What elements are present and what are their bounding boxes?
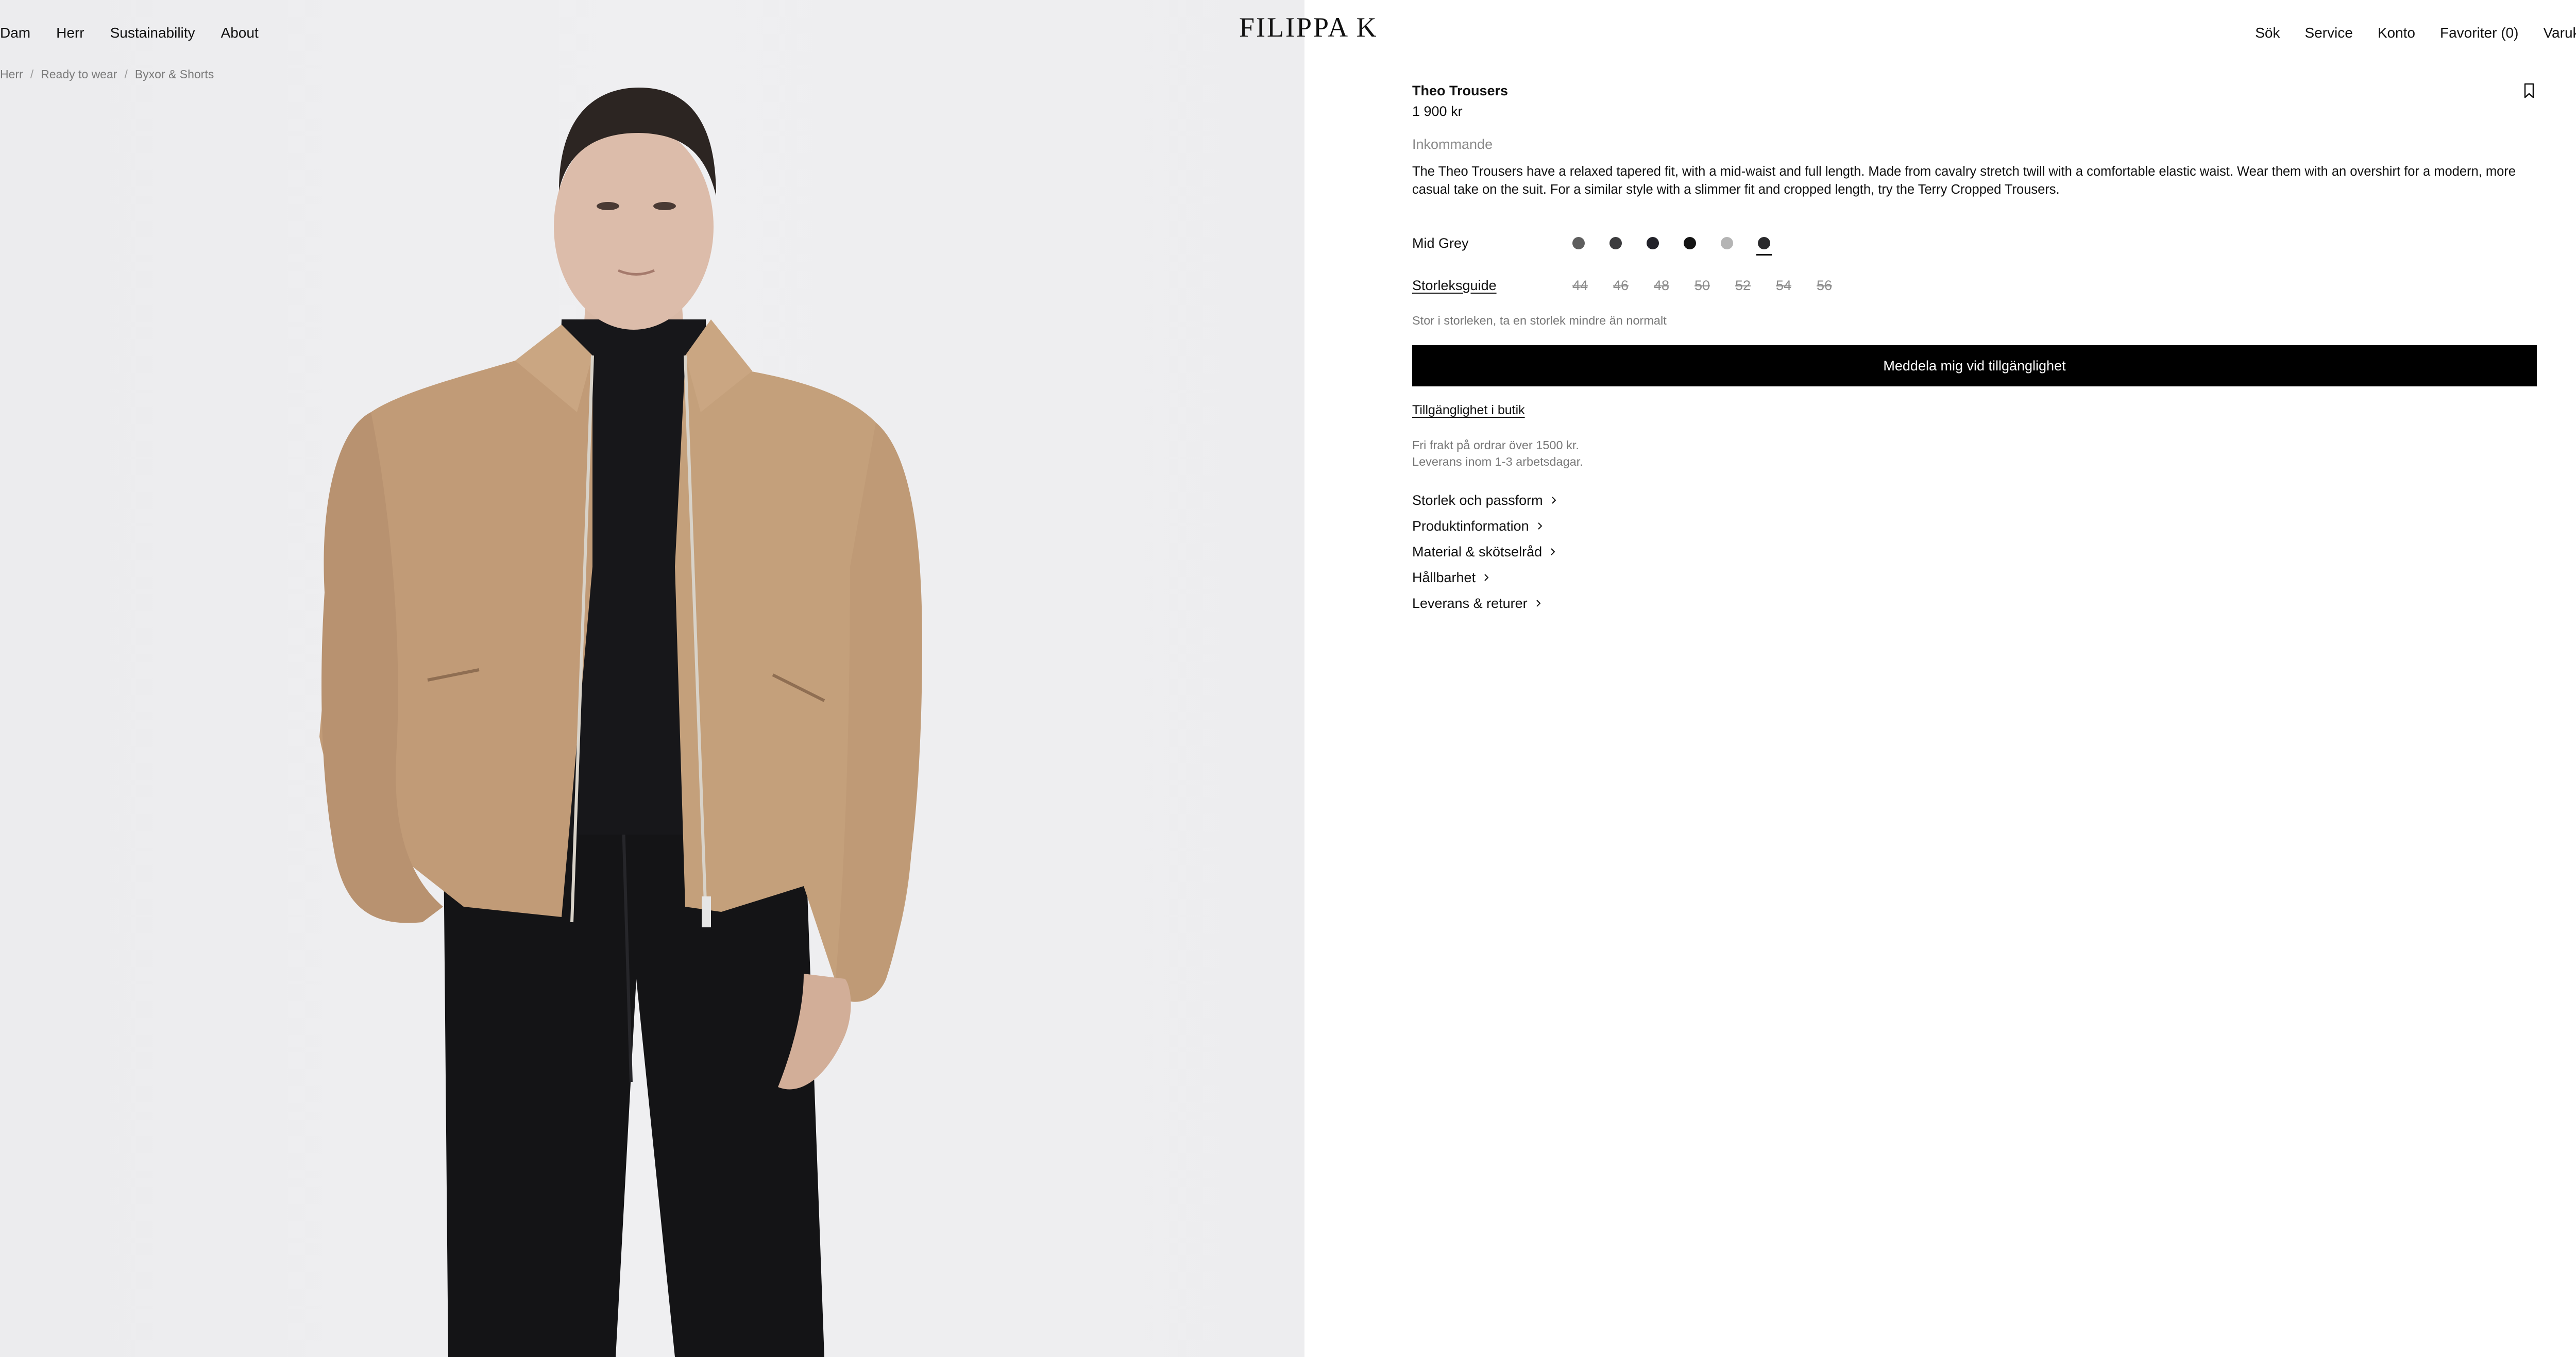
breadcrumb-separator: /	[30, 67, 34, 81]
nav-item-dam[interactable]: Dam	[0, 25, 30, 41]
model-photo	[319, 88, 922, 1357]
size-option[interactable]: 56	[1817, 278, 1839, 294]
size-option[interactable]: 46	[1613, 278, 1635, 294]
selected-color-label: Mid Grey	[1412, 235, 1469, 251]
notify-availability-button[interactable]: Meddela mig vid tillgänglighet	[1412, 345, 2537, 386]
size-option[interactable]: 48	[1654, 278, 1676, 294]
color-swatch[interactable]	[1572, 232, 1585, 255]
cart-link[interactable]: Varukorg (0)	[2543, 25, 2576, 41]
accordion-product-info[interactable]: Produktinformation	[1412, 513, 1544, 539]
color-swatch-dot	[1721, 237, 1733, 249]
accordion-label: Produktinformation	[1412, 518, 1529, 534]
color-swatch-dot	[1572, 237, 1585, 249]
product-image[interactable]	[0, 0, 1304, 1357]
chevron-right-icon	[1551, 497, 1556, 504]
size-selector: Storleksguide 44 46 48 50 52 54 56	[1412, 275, 2537, 296]
product-details: Theo Trousers 1 900 kr Inkommande The Th…	[1412, 81, 2537, 616]
color-swatch-dot	[1647, 237, 1659, 249]
color-swatch[interactable]	[1756, 232, 1772, 256]
search-link[interactable]: Sök	[2255, 25, 2280, 41]
accordion-material-care[interactable]: Material & skötselråd	[1412, 539, 1556, 565]
color-swatch-dot	[1684, 237, 1696, 249]
chevron-right-icon	[1551, 548, 1555, 555]
nav-item-sustainability[interactable]: Sustainability	[110, 25, 195, 41]
product-description: The Theo Trousers have a relaxed tapered…	[1412, 164, 2516, 197]
accordion-delivery-returns[interactable]: Leverans & returer	[1412, 590, 1542, 616]
accordion-label: Hållbarhet	[1412, 570, 1476, 585]
size-option[interactable]: 52	[1735, 278, 1757, 294]
nav-item-about[interactable]: About	[221, 25, 259, 41]
color-swatch[interactable]	[1609, 232, 1622, 255]
fit-note: Stor i storleken, ta en storlek mindre ä…	[1412, 314, 1667, 327]
breadcrumb-separator: /	[124, 67, 128, 81]
favorites-link[interactable]: Favoriter (0)	[2440, 25, 2518, 41]
accordion-label: Leverans & returer	[1412, 596, 1528, 611]
chevron-right-icon	[1536, 600, 1541, 607]
product-page: Dam Herr Sustainability About FILIPPA K …	[0, 0, 2576, 1357]
size-option[interactable]: 44	[1572, 278, 1595, 294]
color-swatches	[1572, 232, 1772, 256]
accordion-size-fit[interactable]: Storlek och passform	[1412, 487, 1557, 513]
utility-nav: Sök Service Konto Favoriter (0) Varukorg…	[2255, 23, 2576, 43]
product-title: Theo Trousers	[1412, 83, 1509, 98]
store-availability-link[interactable]: Tillgänglighet i butik	[1412, 401, 1525, 419]
breadcrumb-item-ready-to-wear[interactable]: Ready to wear	[41, 67, 117, 81]
nav-item-herr[interactable]: Herr	[56, 25, 84, 41]
account-link[interactable]: Konto	[2378, 25, 2415, 41]
breadcrumb: Herr / Ready to wear / Byxor & Shorts	[0, 66, 214, 82]
product-accordion: Storlek och passform Produktinformation …	[1412, 487, 2537, 616]
product-price: 1 900 kr	[1412, 104, 1463, 119]
breadcrumb-item-herr[interactable]: Herr	[0, 67, 23, 81]
accordion-sustainability[interactable]: Hållbarhet	[1412, 565, 1490, 590]
size-options: 44 46 48 50 52 54 56	[1572, 278, 1839, 294]
color-swatch-dot	[1758, 237, 1770, 249]
brand-logo[interactable]: FILIPPA K	[1239, 11, 1378, 43]
chevron-right-icon	[1484, 574, 1489, 581]
chevron-right-icon	[1537, 522, 1543, 530]
service-link[interactable]: Service	[2304, 25, 2352, 41]
size-option[interactable]: 54	[1776, 278, 1798, 294]
size-guide-link[interactable]: Storleksguide	[1412, 278, 1572, 294]
shipping-delivery-text: Leverans inom 1-3 arbetsdagar.	[1412, 455, 1583, 468]
breadcrumb-item-byxor-shorts[interactable]: Byxor & Shorts	[135, 67, 214, 81]
accordion-label: Storlek och passform	[1412, 493, 1543, 508]
color-selector: Mid Grey	[1412, 232, 2537, 256]
shipping-free-text: Fri frakt på ordrar över 1500 kr.	[1412, 438, 1579, 452]
color-swatch-dot	[1609, 237, 1622, 249]
shipping-info: Fri frakt på ordrar över 1500 kr. Levera…	[1412, 437, 2537, 470]
bookmark-icon[interactable]	[2521, 81, 2537, 100]
accordion-label: Material & skötselråd	[1412, 544, 1543, 559]
color-swatch[interactable]	[1684, 232, 1696, 255]
availability-status: Inkommande	[1412, 137, 1493, 152]
color-swatch[interactable]	[1647, 232, 1659, 255]
primary-nav: Dam Herr Sustainability About	[0, 23, 259, 43]
size-option[interactable]: 50	[1694, 278, 1717, 294]
color-swatch[interactable]	[1721, 232, 1733, 255]
